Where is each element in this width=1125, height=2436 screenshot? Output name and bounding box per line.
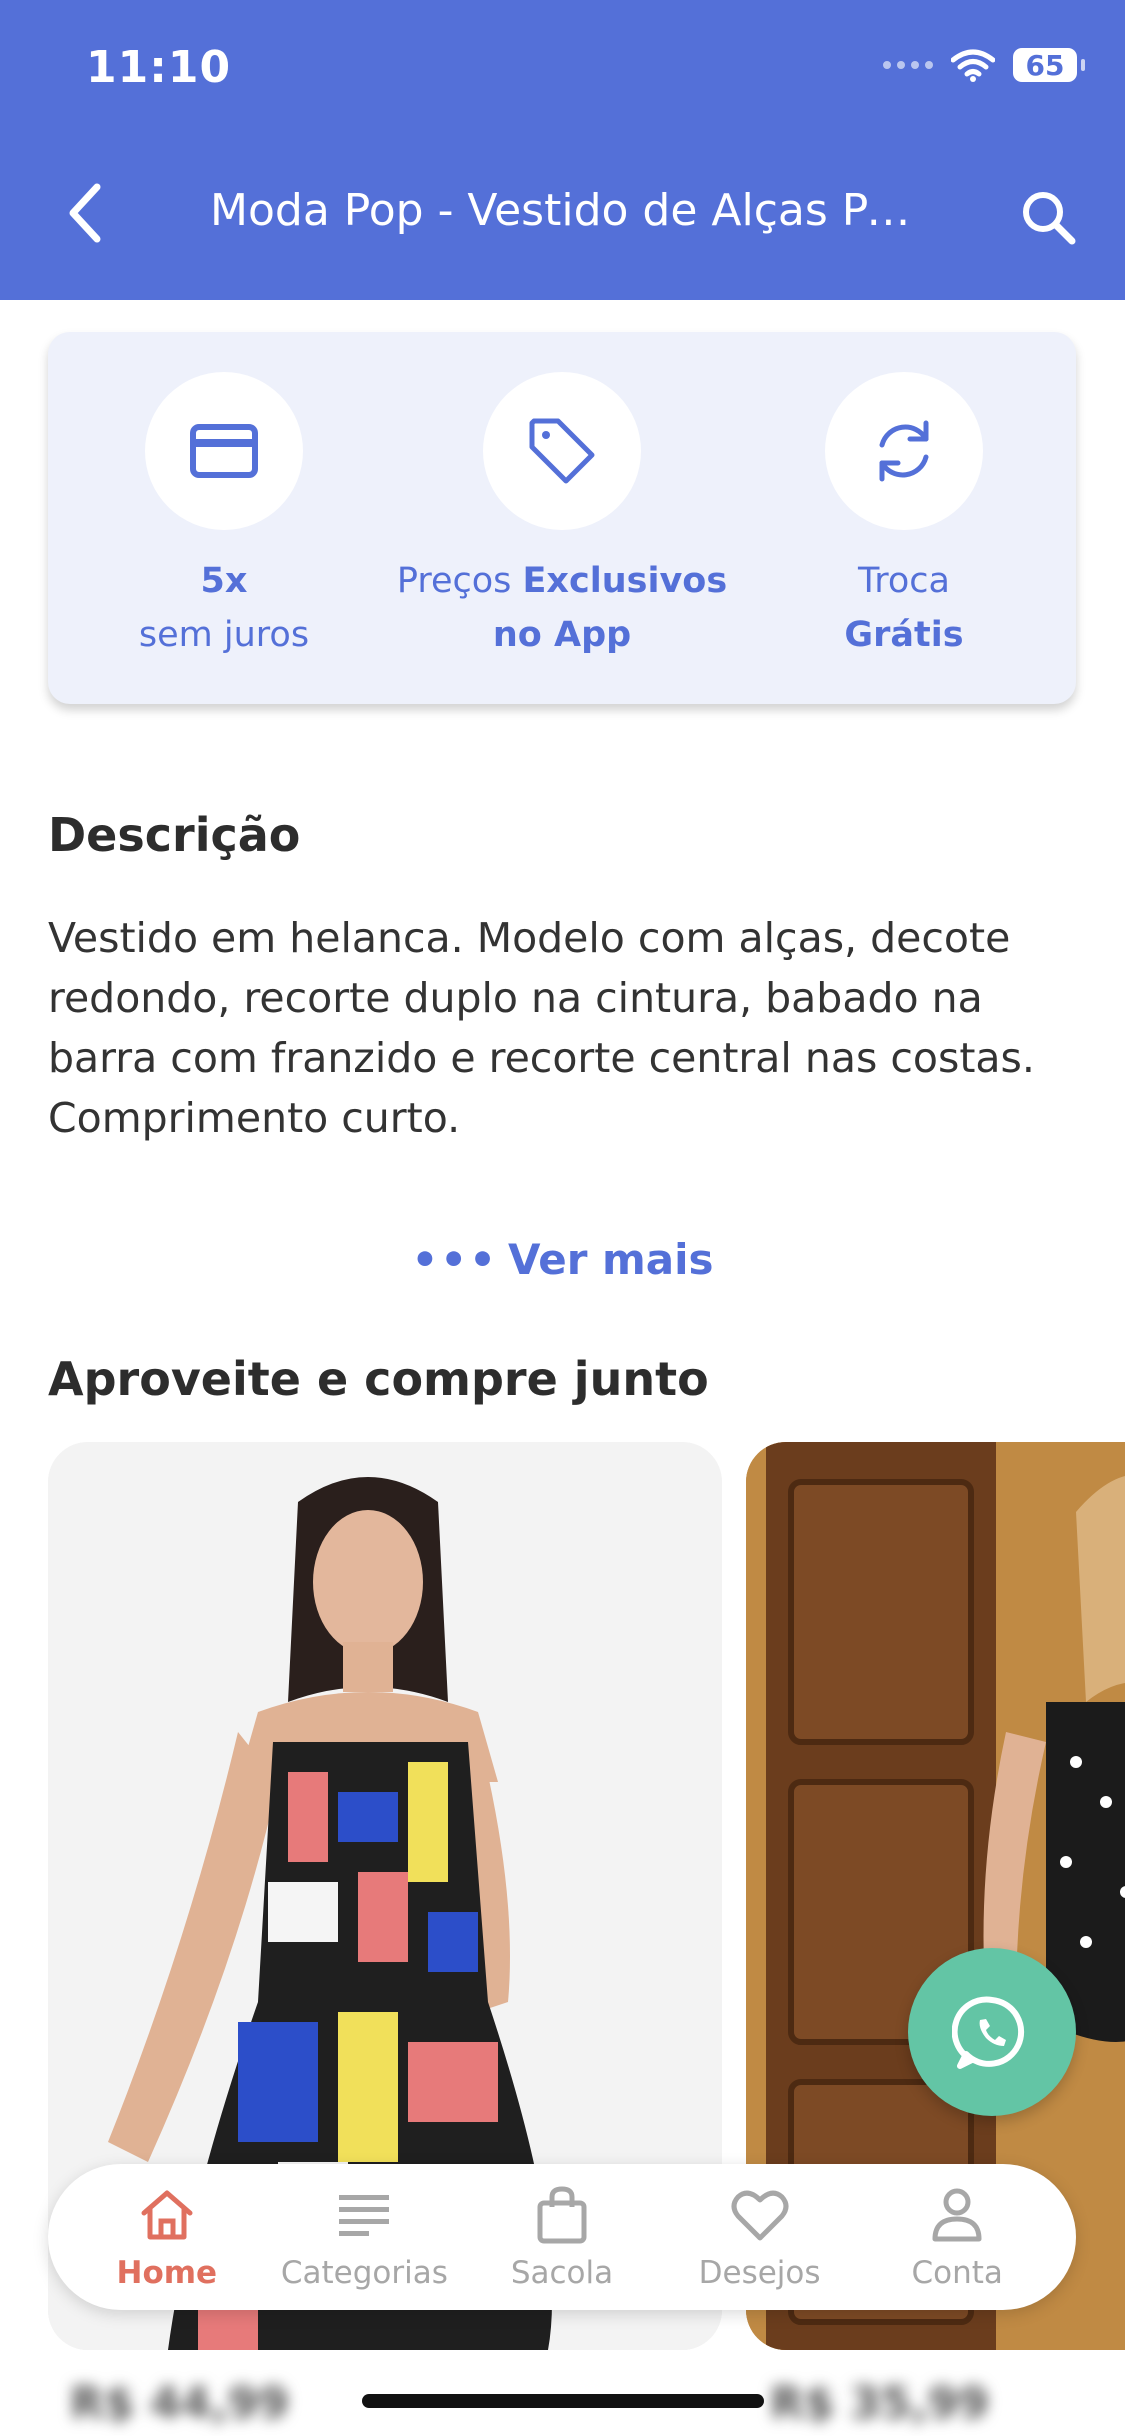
benefit-text: Troca Grátis bbox=[844, 561, 964, 655]
see-more-button[interactable]: ••• Ver mais bbox=[0, 1235, 1125, 1284]
status-time: 11:10 bbox=[86, 42, 232, 93]
benefit-exclusive-prices: Preços Exclusivos no App bbox=[382, 372, 742, 662]
list-icon bbox=[339, 2195, 390, 2236]
search-icon bbox=[1023, 192, 1076, 245]
cellular-signal-icon bbox=[883, 61, 933, 69]
wifi-icon bbox=[951, 49, 995, 82]
description-title: Descrição bbox=[48, 808, 301, 862]
tab-label: Sacola bbox=[510, 2255, 614, 2291]
tab-categorias[interactable]: Categorias bbox=[269, 2183, 459, 2291]
benefit-text: Preços Exclusivos no App bbox=[396, 561, 728, 655]
tab-label: Desejos bbox=[698, 2255, 821, 2291]
description-body: Vestido em helanca. Modelo com alças, de… bbox=[48, 914, 1035, 1142]
tab-home[interactable]: Home bbox=[72, 2183, 262, 2291]
credit-card-icon bbox=[190, 424, 258, 478]
tab-label: Conta bbox=[911, 2255, 1003, 2291]
tab-sacola[interactable]: Sacola bbox=[467, 2183, 657, 2291]
related-section-title: Aproveite e compre junto bbox=[48, 1352, 709, 1406]
heart-icon bbox=[731, 2190, 789, 2241]
bottom-tab-bar: Home Categorias Sacola Desejos Conta bbox=[48, 2164, 1076, 2310]
bag-icon bbox=[537, 2186, 587, 2244]
benefit-icon-circle bbox=[483, 372, 641, 530]
benefit-icon-circle bbox=[825, 372, 983, 530]
battery-icon: 65 bbox=[1013, 48, 1085, 82]
back-button[interactable] bbox=[50, 178, 120, 248]
benefit-installments: 5x sem juros bbox=[44, 372, 404, 662]
home-icon bbox=[141, 2190, 193, 2240]
chevron-left-icon bbox=[69, 183, 101, 243]
product-price: R$ 44,99 bbox=[70, 2378, 289, 2429]
product-price: R$ 35,99 bbox=[770, 2378, 989, 2429]
status-indicators: 65 bbox=[883, 48, 1085, 82]
more-dots-icon: ••• bbox=[411, 1235, 498, 1284]
exchange-icon bbox=[879, 420, 929, 482]
benefit-icon-circle bbox=[145, 372, 303, 530]
benefits-card: 5x sem juros Preços Exclusivos no App Tr… bbox=[48, 332, 1076, 704]
price-tag-icon bbox=[529, 418, 595, 484]
home-indicator bbox=[362, 2394, 764, 2408]
see-more-label: Ver mais bbox=[508, 1235, 714, 1284]
tab-desejos[interactable]: Desejos bbox=[665, 2183, 855, 2291]
page-title: Moda Pop - Vestido de Alças Pai... bbox=[210, 185, 930, 236]
whatsapp-icon bbox=[952, 1996, 1025, 2069]
whatsapp-button[interactable] bbox=[908, 1948, 1076, 2116]
tab-conta[interactable]: Conta bbox=[862, 2183, 1052, 2291]
user-icon bbox=[932, 2188, 982, 2242]
search-button[interactable] bbox=[1009, 178, 1089, 258]
tab-label: Categorias bbox=[280, 2255, 448, 2291]
benefit-free-exchange: Troca Grátis bbox=[724, 372, 1084, 662]
tab-label: Home bbox=[116, 2255, 218, 2291]
app-header: 11:10 65 Moda Pop - Vestido de Alças Pai… bbox=[0, 0, 1125, 300]
benefit-text: 5x sem juros bbox=[138, 561, 310, 655]
